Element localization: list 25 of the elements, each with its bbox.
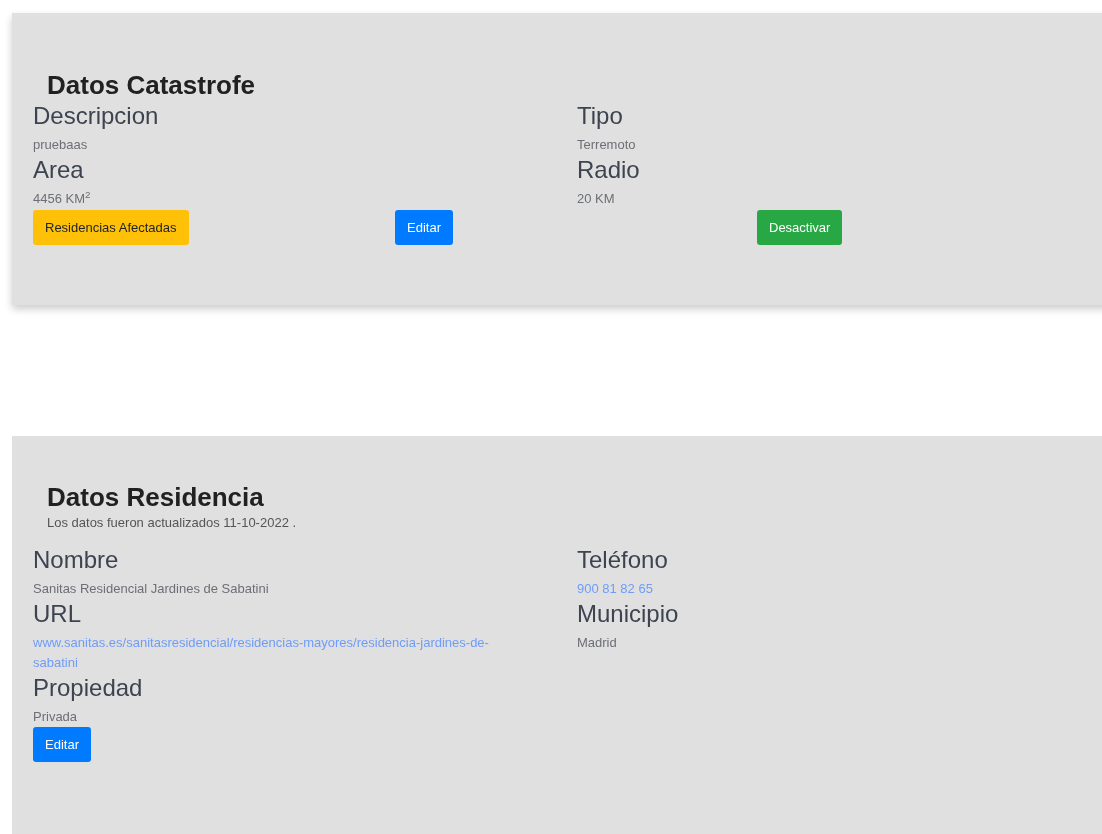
action-button[interactable]: Editar [33,727,91,762]
field-label: Radio [577,155,641,185]
card-title: Datos Residencia [47,481,265,513]
field-label: URL [33,599,82,629]
field-label: Descripcion [33,101,160,131]
field-value: Terremoto [577,136,637,154]
field-value: Madrid [577,634,618,652]
field-value: 20 KM [577,190,616,208]
field-value: 4456 KM$^{2}$ [33,189,92,208]
field-label: Area [33,155,85,185]
field-link[interactable]: 900 81 82 65 [577,579,1047,599]
field-label: Municipio [577,599,680,629]
field-label: Teléfono [577,545,669,575]
field-value: Sanitas Residencial Jardines de Sabatini [33,580,270,598]
card-title: Datos Catastrofe [47,69,257,101]
field-value: Privada [33,708,79,726]
field-link[interactable]: www.sanitas.es/sanitasresidencial/residencias-mayores/residencia-jardines-de-sabatini [33,633,503,673]
action-button[interactable]: Desactivar [757,210,843,245]
field-label: Tipo [577,101,624,131]
field-value: pruebaas [33,136,89,154]
action-button[interactable]: Residencias Afectadas [33,210,189,245]
action-button[interactable]: Editar [395,210,453,245]
field-label: Nombre [33,545,120,575]
field-label: Propiedad [33,673,144,703]
update-note: Los datos fueron actualizados 11-10-2022 . [47,514,298,532]
